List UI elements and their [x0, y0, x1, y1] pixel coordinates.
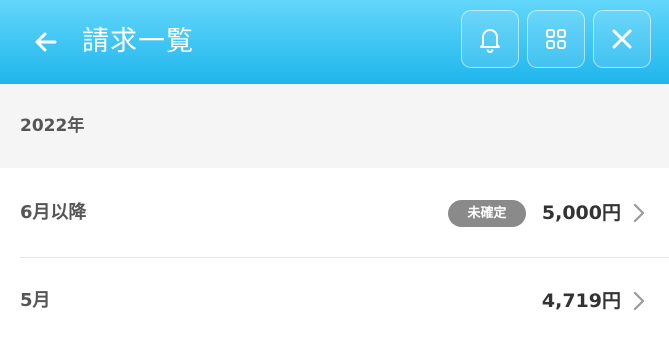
year-label: 2022年 — [20, 116, 85, 136]
bell-icon — [480, 29, 500, 53]
back-button[interactable] — [26, 22, 66, 62]
billing-amount: 5,000円 — [541, 202, 621, 224]
chevron-right-icon — [633, 203, 645, 223]
billing-period-label: 5月 — [20, 290, 51, 311]
close-button[interactable] — [593, 10, 651, 68]
status-badge: 未確定 — [448, 200, 526, 227]
billing-row-may[interactable]: 5月 4,719円 — [0, 258, 669, 348]
billing-period-label: 6月以降 — [20, 202, 87, 223]
menu-grid-button[interactable] — [527, 10, 585, 68]
close-icon — [612, 29, 632, 49]
chevron-right-icon — [633, 291, 645, 311]
notifications-button[interactable] — [461, 10, 519, 68]
app-header: 請求一覧 — [0, 0, 669, 84]
page-title: 請求一覧 — [82, 26, 194, 57]
grid-icon — [546, 29, 566, 49]
year-section-header: 2022年 — [0, 84, 669, 168]
billing-amount: 4,719円 — [541, 290, 621, 312]
arrow-left-icon — [35, 32, 57, 52]
billing-row-june-onward[interactable]: 6月以降 未確定 5,000円 — [0, 168, 669, 258]
